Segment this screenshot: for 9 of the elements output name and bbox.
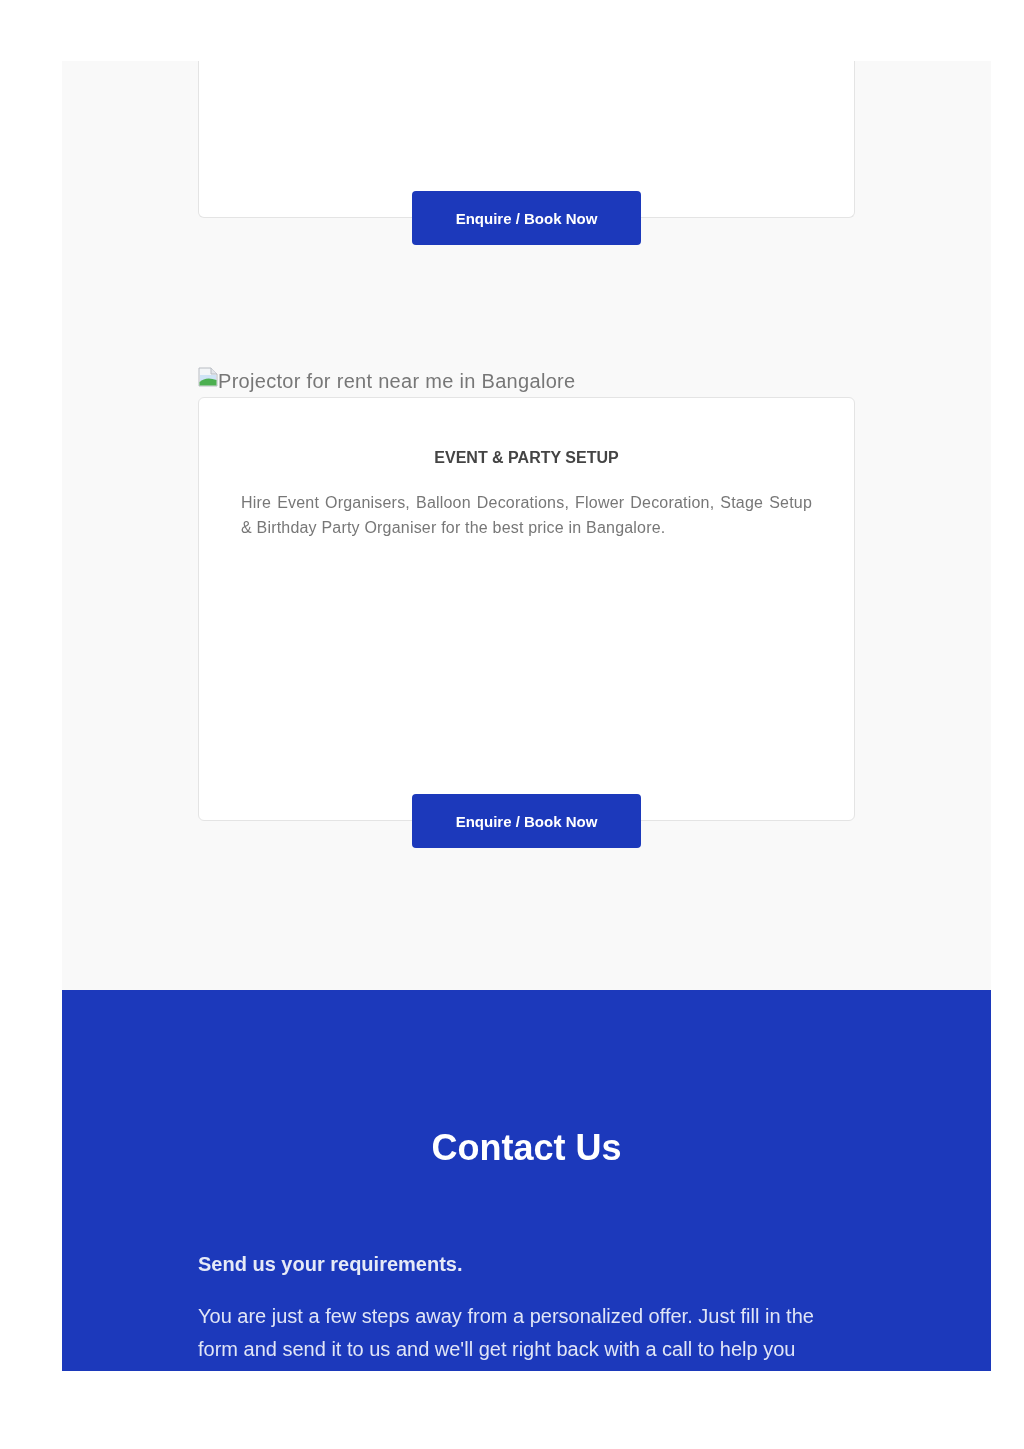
- card-description: Hire Event Organisers, Balloon Decorations, Flower Decoration, Stage Setup & Birthday Party Organiser for the best price in Bangalore.: [241, 493, 812, 538]
- image-alt-text: Projector for rent near me in Bangalore: [218, 369, 576, 394]
- broken-image-icon: [198, 367, 218, 387]
- contact-heading: Contact Us: [430, 1126, 623, 1170]
- card-title: EVENT & PARTY SETUP: [434, 448, 619, 468]
- enquire-book-button[interactable]: Enquire / Book Now: [412, 794, 641, 848]
- contact-text: You are just a few steps away from a personalized offer. Just fill in the form and send it to us and we'll get right back with a call to help you: [198, 1304, 815, 1362]
- contact-subheading: Send us your requirements.: [198, 1252, 464, 1277]
- enquire-book-button[interactable]: Enquire / Book Now: [412, 191, 641, 245]
